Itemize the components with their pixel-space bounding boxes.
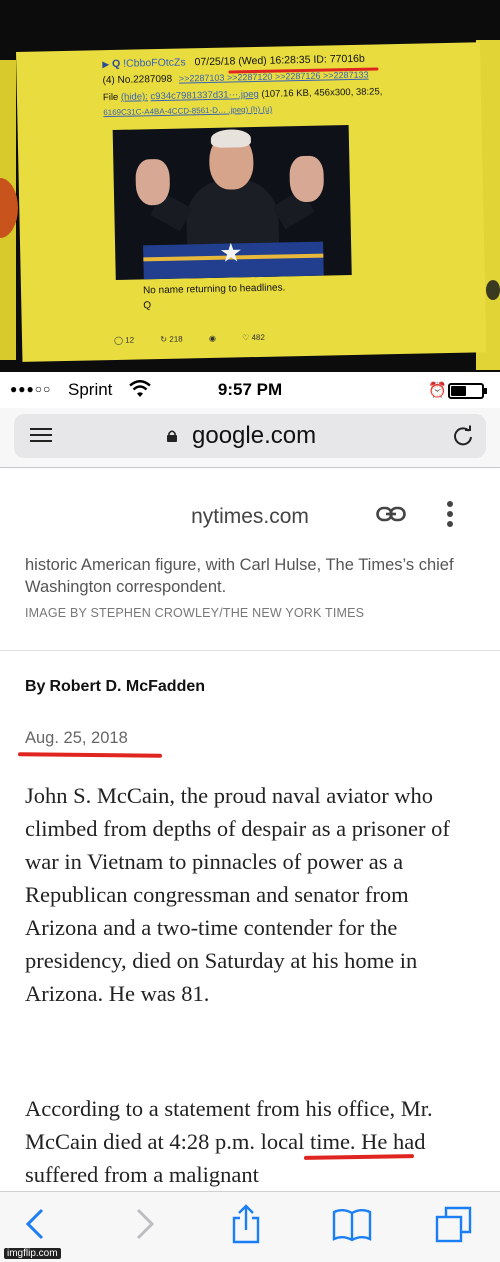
post-number: (4) No.2287098 — [102, 73, 173, 87]
reload-icon[interactable] — [452, 425, 474, 447]
file-row: File (hide): c934c7981337d31···.jpeg (10… — [103, 86, 383, 103]
alarm-icon: ⏰ — [428, 382, 447, 399]
post-signature: Q — [143, 300, 152, 312]
address-bar: google.com — [0, 408, 500, 468]
retweet-count: ↻ 218 — [160, 334, 183, 345]
file-label: File — [102, 91, 119, 104]
photo-background — [486, 280, 500, 300]
image-figure — [135, 158, 171, 206]
poster-id: ID: 77016b — [313, 52, 365, 66]
share-icon[interactable] — [226, 1204, 266, 1244]
reply-count: ◯ 12 — [113, 335, 135, 346]
reply-links[interactable]: >>2287103 >>2287120 >>2287126 >>2287133 — [179, 70, 369, 84]
expand-arrow-icon: ▶ — [102, 59, 110, 70]
image-figure — [289, 155, 325, 203]
tabs-icon[interactable] — [434, 1204, 474, 1244]
article-paragraph: John S. McCain, the proud naval aviator … — [25, 783, 450, 1006]
file-name-link[interactable]: c934c7981337d31···.jpeg — [150, 89, 258, 102]
battery-nub — [484, 388, 487, 394]
stack-icon: ◉ — [208, 333, 216, 344]
lock-icon — [167, 430, 177, 442]
more-options-icon[interactable] — [446, 501, 454, 529]
url-domain[interactable]: google.com — [192, 422, 316, 450]
like-count: ♡ 482 — [242, 332, 265, 343]
image-caption: historic American figure, with Carl Huls… — [25, 557, 454, 596]
status-bar: ●●●○○ Sprint 9:57 PM ⏰ — [0, 372, 500, 408]
byline-prefix: By — [25, 678, 46, 695]
post-stats: ◯ 12 ↻ 218 ◉ ♡ 482 — [114, 332, 289, 345]
publish-date: Aug. 25, 2018 — [25, 729, 128, 747]
post-text: No name returning to headlines. — [142, 282, 286, 297]
battery-icon — [448, 383, 487, 399]
bookmarks-icon[interactable] — [332, 1204, 372, 1244]
file-hide-link[interactable]: (hide): — [121, 91, 148, 103]
chan-post: ▶ Q !CbboFOtcZs 07/25/18 (Wed) 16:28:35 … — [16, 42, 487, 362]
article: historic American figure, with Carl Huls… — [0, 557, 500, 1191]
forward-icon[interactable] — [124, 1204, 164, 1244]
link-icon[interactable] — [376, 505, 406, 523]
post-image: ★ — [112, 125, 352, 280]
clock: 9:57 PM — [217, 380, 283, 399]
monitor-photo: ▶ Q !CbboFOtcZs 07/25/18 (Wed) 16:28:35 … — [0, 0, 500, 372]
imgflip-watermark: imgflip.com — [4, 1248, 61, 1259]
poster-name: Q — [111, 57, 121, 70]
back-icon[interactable] — [16, 1204, 56, 1244]
tripcode: !CbboFOtcZs — [123, 56, 186, 70]
file-info: (107.16 KB, 456x300, 38:25, — [261, 86, 383, 100]
battery-fill — [451, 386, 466, 396]
article-paragraph: According to a statement from his office… — [25, 1096, 433, 1187]
post-datetime: 07/25/18 (Wed) 16:28:35 — [194, 53, 311, 69]
browser-toolbar — [0, 1191, 500, 1262]
image-figure — [210, 129, 252, 148]
file-hash[interactable]: 6169C31C-A4BA-4CCD-8561-D… .jpeg) (h) (u… — [103, 105, 272, 118]
file-hash-row: 6169C31C-A4BA-4CCD-8561-D… .jpeg) (h) (u… — [103, 105, 272, 118]
post-number-row: (4) No.2287098 >>2287103 >>2287120 >>228… — [103, 70, 369, 87]
red-underline-annotation — [17, 752, 163, 758]
image-credit: IMAGE BY STEPHEN CROWLEY/THE NEW YORK TI… — [25, 606, 365, 620]
amp-header: nytimes.com — [0, 469, 500, 557]
star-icon: ★ — [218, 237, 243, 268]
reader-view-icon[interactable] — [30, 428, 52, 444]
divider — [0, 650, 500, 651]
site-name[interactable]: nytimes.com — [0, 505, 500, 529]
byline: By Robert D. McFadden — [25, 678, 205, 696]
author-link[interactable]: Robert D. McFadden — [49, 678, 205, 695]
